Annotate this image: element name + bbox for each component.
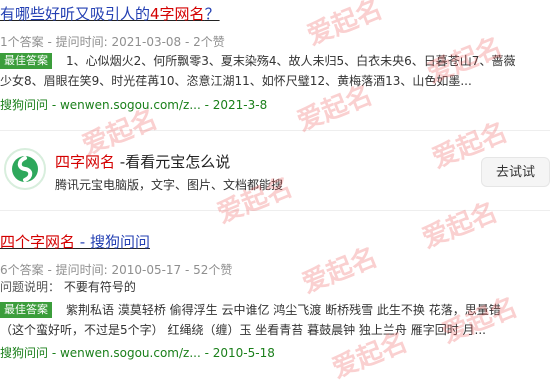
result1-title-prefix[interactable]: 有哪些好听又吸引人的 bbox=[0, 5, 150, 23]
result1-answer-line1: 1、心似烟火2、何所飘零3、夏末染殇4、故人未归5、白衣未央6、日暮苍山7、蔷薇 bbox=[66, 54, 516, 68]
result1-title-link[interactable]: 有哪些好听又吸引人的4字网名？ bbox=[0, 4, 220, 24]
divider bbox=[0, 210, 550, 211]
result2-question: 问题说明： 不要有符号的 bbox=[0, 277, 136, 297]
card-title[interactable]: 四字网名 -看看元宝怎么说 bbox=[55, 151, 230, 172]
result2-source-date: - 2010-5-18 bbox=[204, 346, 275, 360]
watermark: 爱起名 bbox=[418, 197, 502, 255]
result2-title-highlight[interactable]: 四个字网名 bbox=[0, 233, 75, 251]
result2-title-link[interactable]: 四个字网名 - 搜狗问问 bbox=[0, 232, 150, 252]
result1-meta: 1个答案 - 提问时间: 2021-03-08 - 2个赞 bbox=[0, 35, 225, 49]
result2-question-label: 问题说明： bbox=[0, 280, 61, 294]
result2-meta: 6个答案 - 提问时间: 2010-05-17 - 52个赞 bbox=[0, 263, 233, 277]
card-title-highlight[interactable]: 四字网名 bbox=[55, 153, 115, 171]
result1-title-suffix[interactable]: ？ bbox=[205, 5, 220, 23]
divider bbox=[0, 130, 550, 131]
try-button[interactable]: 去试试 bbox=[481, 157, 550, 187]
result1-answer-line2: 少女8、眉眼在笑9、时光荏苒10、恣意江湖11、如怀尺璧12、黄梅落酒13、山色… bbox=[0, 74, 472, 88]
watermark: 爱起名 bbox=[303, 0, 387, 52]
result2-title-suffix[interactable]: - 搜狗问问 bbox=[75, 233, 150, 251]
watermark: 爱起名 bbox=[298, 242, 382, 300]
result2-source[interactable]: 搜狗问问 - wenwen.sogou.com/z... - 2010-5-18 bbox=[0, 344, 275, 361]
yuanbao-logo-shape bbox=[12, 156, 38, 182]
result2-source-site[interactable]: 搜狗问问 - wenwen.sogou.com/z... bbox=[0, 346, 201, 360]
yuanbao-logo-icon[interactable] bbox=[4, 148, 46, 190]
card-description: 腾讯元宝电脑版，文字、图片、文档都能搜 bbox=[55, 178, 284, 192]
result2-answer-line2: （这个蛮好听，不过是5个字） 红绳绕（缠）玉 坐看青苔 暮鼓晨钟 独上兰舟 雁字… bbox=[0, 323, 486, 337]
result1-source[interactable]: 搜狗问问 - wenwen.sogou.com/z... - 2021-3-8 bbox=[0, 96, 267, 113]
card-title-rest[interactable]: -看看元宝怎么说 bbox=[115, 153, 230, 171]
result2-question-text: 不要有符号的 bbox=[63, 280, 136, 294]
result1-source-date: - 2021-3-8 bbox=[204, 98, 268, 112]
result1-source-site[interactable]: 搜狗问问 - wenwen.sogou.com/z... bbox=[0, 98, 201, 112]
result2-answer-line1: 紫荆私语 漠莫轻桥 偷得浮生 云中谁亿 鸿尘飞渡 断桥残雪 此生不换 花落，思量… bbox=[66, 303, 501, 317]
result2-answer: 紫荆私语 漠莫轻桥 偷得浮生 云中谁亿 鸿尘飞渡 断桥残雪 此生不换 花落，思量… bbox=[0, 300, 550, 340]
result1-title-highlight[interactable]: 4字网名 bbox=[150, 5, 205, 23]
result1-answer: 1、心似烟火2、何所飘零3、夏末染殇4、故人未归5、白衣未央6、日暮苍山7、蔷薇… bbox=[0, 51, 550, 91]
